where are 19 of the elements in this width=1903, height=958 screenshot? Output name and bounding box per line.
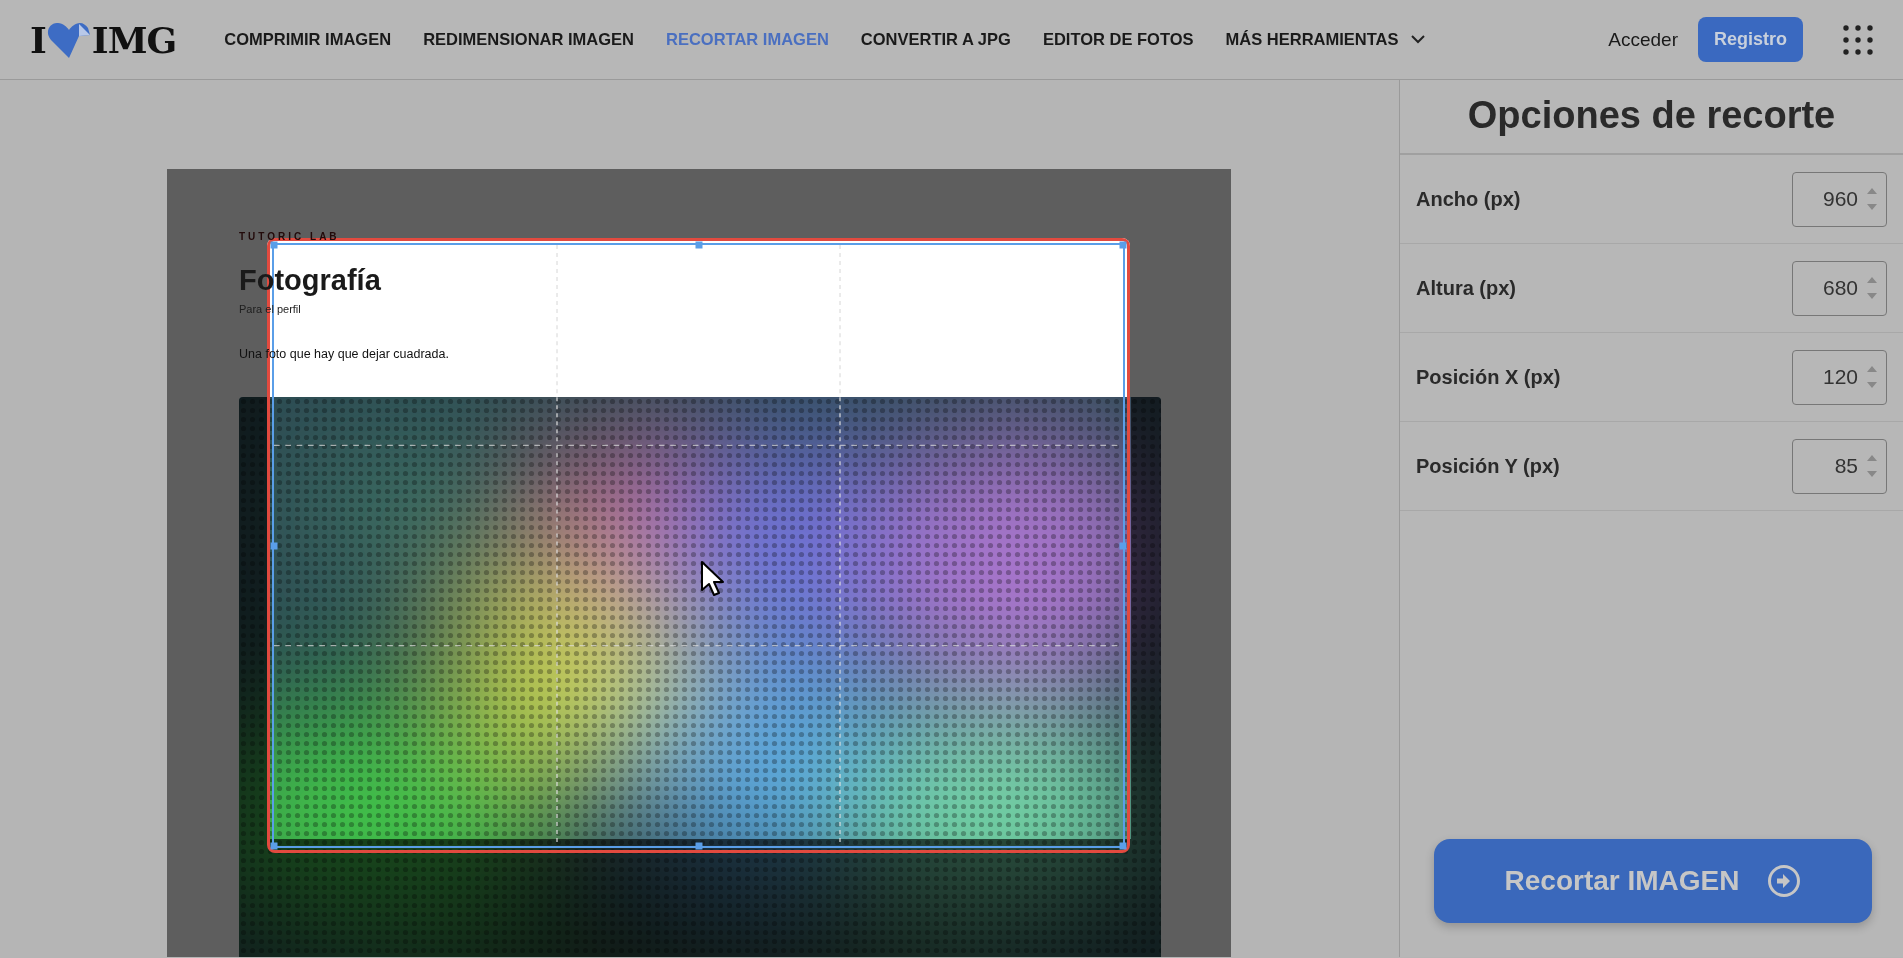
logo-text: IMG bbox=[91, 18, 177, 61]
number-field[interactable]: 120 bbox=[1792, 349, 1887, 405]
nav-link[interactable]: COMPRIMIR IMAGEN bbox=[224, 30, 392, 49]
field-label: Altura (px) bbox=[1416, 276, 1516, 300]
more-tools-menu[interactable]: MÁS HERRAMIENTAS bbox=[1225, 30, 1425, 49]
nav-link[interactable]: CONVERTIR A JPG bbox=[860, 30, 1011, 49]
field-label: Posición Y (px) bbox=[1416, 454, 1560, 478]
number-field[interactable]: 960 bbox=[1792, 171, 1887, 227]
logo-text: I bbox=[30, 18, 46, 61]
field-label: Ancho (px) bbox=[1416, 187, 1521, 211]
login-link[interactable]: Acceder bbox=[1608, 28, 1678, 51]
subtitle-text: Para el perfil bbox=[239, 303, 301, 315]
nav-link[interactable]: EDITOR DE FOTOS bbox=[1042, 30, 1194, 49]
nav-link[interactable]: REDIMENSIONAR IMAGEN bbox=[423, 30, 634, 49]
field-label: Posición X (px) bbox=[1416, 365, 1561, 389]
register-button[interactable]: Registro bbox=[1698, 17, 1803, 62]
number-field[interactable]: 85 bbox=[1792, 438, 1887, 494]
number-field[interactable]: 680 bbox=[1792, 260, 1887, 316]
panel-title: Opciones de recorte bbox=[1400, 80, 1903, 155]
